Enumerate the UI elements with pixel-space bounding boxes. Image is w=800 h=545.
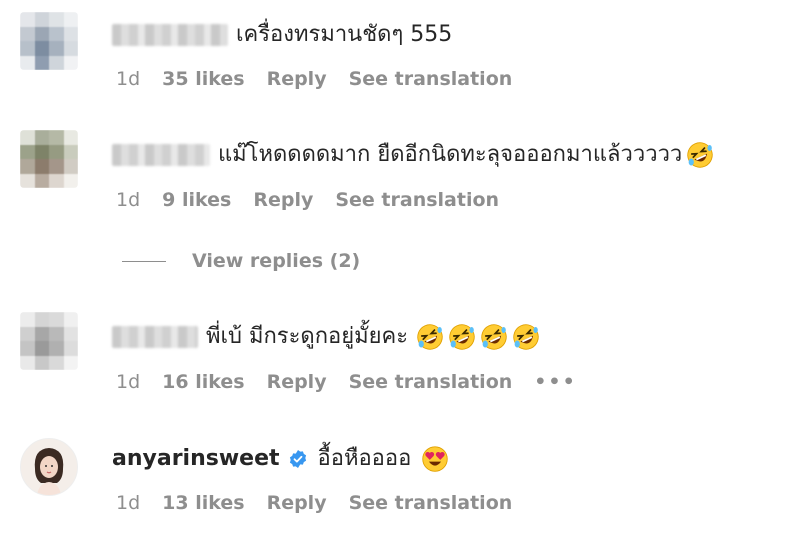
reply-button[interactable]: Reply — [267, 492, 327, 514]
replies-divider — [122, 260, 166, 262]
rolling-on-floor-laughing-icon — [686, 141, 714, 169]
see-translation-button[interactable]: See translation — [349, 68, 513, 90]
avatar[interactable] — [20, 438, 78, 496]
likes-count[interactable]: 35 likes — [162, 68, 244, 90]
comment-text: อื้อหืออออ — [317, 446, 412, 471]
verified-badge-icon — [289, 450, 306, 468]
likes-count[interactable]: 9 likes — [162, 189, 231, 211]
comment-text: แม๊โหดดดดมาก ยืดอีกนิดทะลุจอออกมาแล้วววว… — [218, 142, 683, 167]
comment-time[interactable]: 1d — [116, 492, 140, 514]
comment-time[interactable]: 1d — [116, 68, 140, 90]
comment-text: พี่เบ้ มีกระดูกอยู่มั้ยคะ — [206, 324, 409, 349]
rolling-on-floor-laughing-icon — [512, 323, 540, 351]
avatar[interactable] — [20, 130, 78, 188]
comment-text-line: เครื่องทรมานชัดๆ 555 — [112, 20, 452, 50]
comment-meta: 1d 9 likes Reply See translation — [116, 189, 521, 211]
comment-meta: 1d 16 likes Reply See translation ••• — [116, 371, 577, 393]
rolling-on-floor-laughing-icon — [416, 323, 444, 351]
heart-eyes-icon — [421, 445, 449, 473]
avatar[interactable] — [20, 12, 78, 70]
username[interactable]: anyarinsweet — [112, 444, 280, 474]
comment-meta: 1d 13 likes Reply See translation — [116, 492, 534, 514]
comment-time[interactable]: 1d — [116, 189, 140, 211]
reply-button[interactable]: Reply — [267, 68, 327, 90]
comment-meta: 1d 35 likes Reply See translation — [116, 68, 534, 90]
avatar[interactable] — [20, 312, 78, 370]
view-replies-label: View replies (2) — [192, 250, 361, 272]
username-blurred[interactable] — [112, 24, 228, 46]
username-blurred[interactable] — [112, 326, 198, 348]
comment-time[interactable]: 1d — [116, 371, 140, 393]
comment-text: เครื่องทรมานชัดๆ 555 — [236, 22, 453, 47]
rolling-on-floor-laughing-icon — [448, 323, 476, 351]
reply-button[interactable]: Reply — [253, 189, 313, 211]
reply-button[interactable]: Reply — [267, 371, 327, 393]
rolling-on-floor-laughing-icon — [480, 323, 508, 351]
likes-count[interactable]: 13 likes — [162, 492, 244, 514]
see-translation-button[interactable]: See translation — [349, 371, 513, 393]
username-blurred[interactable] — [112, 144, 210, 166]
likes-count[interactable]: 16 likes — [162, 371, 244, 393]
comment-text-line: พี่เบ้ มีกระดูกอยู่มั้ยคะ — [112, 322, 540, 352]
more-options-icon[interactable]: ••• — [534, 371, 576, 393]
view-replies-button[interactable]: View replies (2) — [122, 250, 360, 272]
profile-photo-icon — [21, 439, 77, 495]
comment-text-line: แม๊โหดดดดมาก ยืดอีกนิดทะลุจอออกมาแล้วววว… — [112, 140, 714, 170]
see-translation-button[interactable]: See translation — [335, 189, 499, 211]
see-translation-button[interactable]: See translation — [349, 492, 513, 514]
comment-text-line: anyarinsweet อื้อหืออออ — [112, 444, 449, 474]
